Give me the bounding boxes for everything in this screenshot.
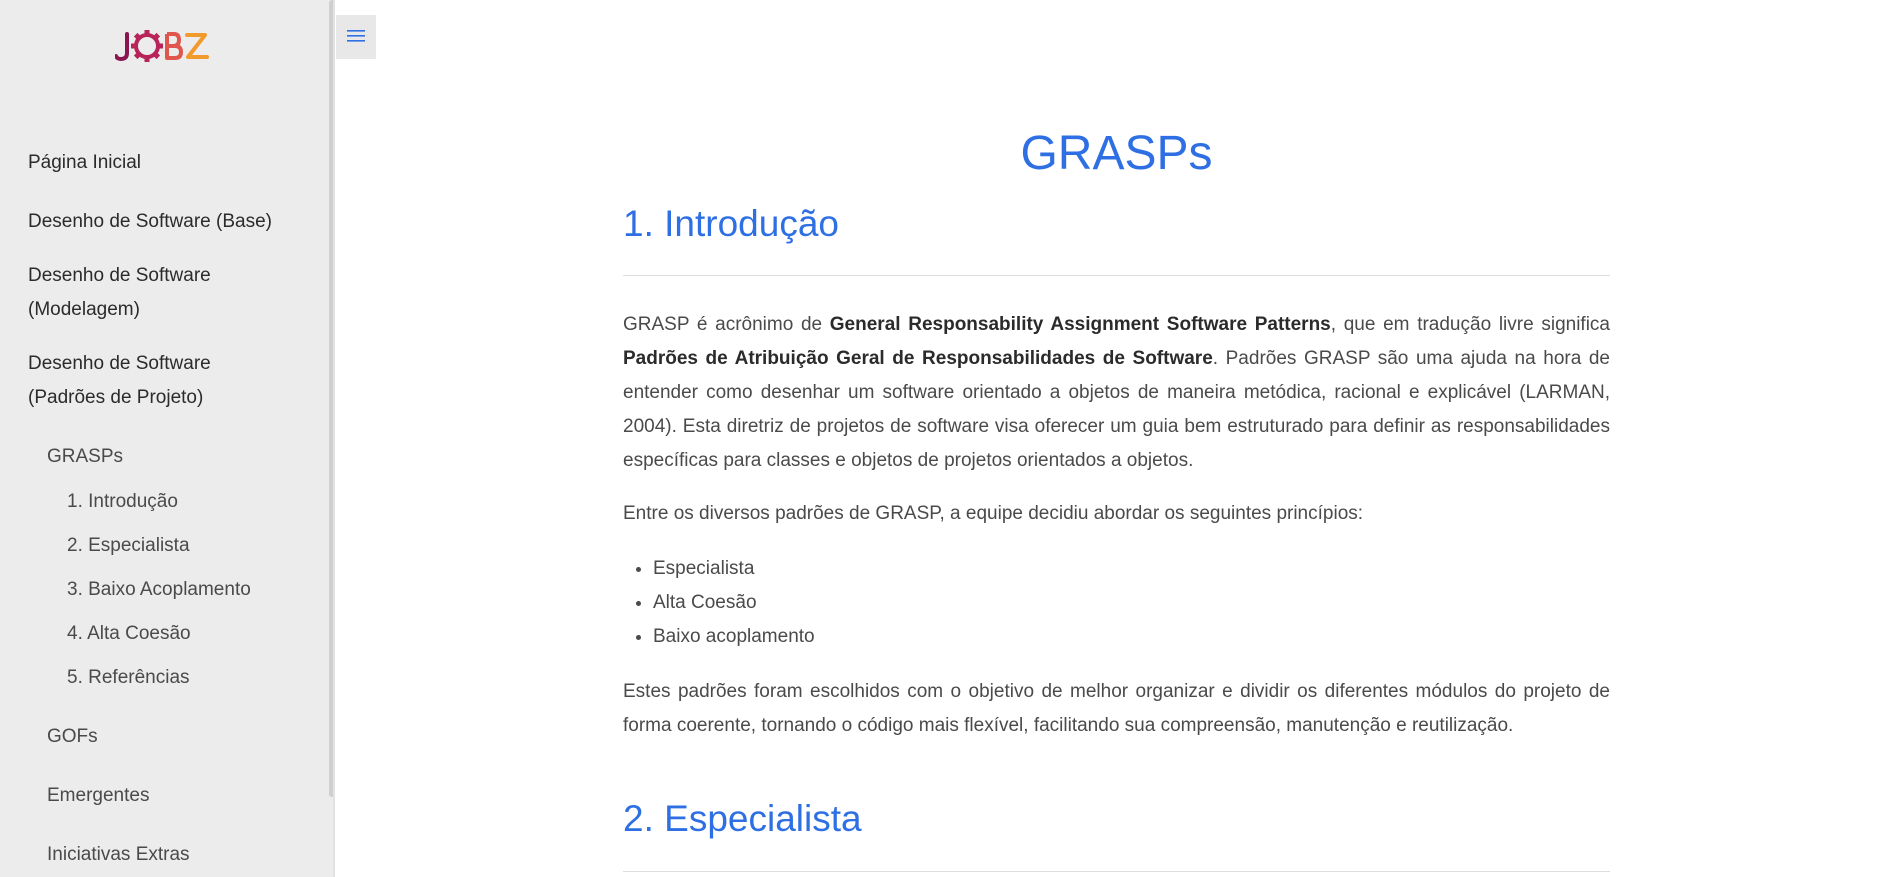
intro-paragraph-2: Entre os diversos padrões de GRASP, a eq… — [623, 503, 1364, 524]
sidebar-item-gofs[interactable]: GOFs — [47, 720, 98, 754]
sidebar-item-emergentes[interactable]: Emergentes — [47, 779, 149, 813]
section-title-especialista: 2. Especialista — [623, 798, 862, 839]
sidebar-item-label: 3. Baixo Acoplamento — [67, 579, 251, 600]
sidebar-item-label: Desenho de Software — [28, 265, 211, 286]
sidebar-item-label: Página Inicial — [28, 152, 142, 173]
sidebar-item-label: Emergentes — [47, 785, 150, 806]
sidebar-item-label: Desenho de Software (Base) — [28, 211, 272, 232]
sidebar-item-label: Iniciativas Extras — [47, 844, 190, 865]
sidebar-item-desenho-base[interactable]: Desenho de Software (Base) — [28, 205, 272, 239]
hamburger-icon — [346, 28, 366, 47]
principles-list: Especialista Alta Coesão Baixo acoplamen… — [623, 552, 815, 654]
text-span: GRASP é acrônimo de — [623, 314, 830, 335]
sidebar-item-label: (Padrões de Projeto) — [28, 387, 204, 408]
sidebar-item-grasps[interactable]: GRASPs — [47, 440, 123, 474]
sidebar: Página Inicial Desenho de Software (Base… — [0, 0, 333, 877]
term-portuguese: Padrões de Atribuição Geral de Responsab… — [623, 348, 1213, 369]
section-title-introducao: 1. Introdução — [623, 203, 839, 244]
sidebar-item-alta-coesao[interactable]: 4. Alta Coesão — [67, 617, 191, 651]
intro-paragraph-3: Estes padrões foram escolhidos com o obj… — [623, 681, 1610, 736]
sidebar-item-label: 5. Referências — [67, 667, 190, 688]
sidebar-item-label: (Modelagem) — [28, 299, 140, 320]
sidebar-item-iniciativas-extras[interactable]: Iniciativas Extras — [47, 838, 190, 872]
sidebar-item-introducao[interactable]: 1. Introdução — [67, 485, 178, 519]
sidebar-item-label: GRASPs — [47, 446, 124, 467]
intro-paragraph-1: GRASP é acrônimo de General Responsabili… — [623, 308, 1610, 478]
sidebar-item-label: GOFs — [47, 726, 98, 747]
sidebar-item-label: Desenho de Software — [28, 353, 211, 374]
sidebar-item-label: 1. Introdução — [67, 491, 178, 512]
sidebar-toggle-button[interactable] — [336, 15, 376, 59]
sidebar-item-desenho-modelagem[interactable]: Desenho de Software (Modelagem) — [28, 259, 211, 327]
section-divider — [623, 275, 1610, 276]
sidebar-item-especialista[interactable]: 2. Especialista — [67, 529, 190, 563]
jobz-logo[interactable] — [114, 26, 215, 66]
text-span: , que em tradução livre significa — [1330, 314, 1610, 335]
list-item: Baixo acoplamento — [653, 620, 815, 654]
sidebar-item-pagina-inicial[interactable]: Página Inicial — [28, 146, 141, 180]
list-item: Alta Coesão — [653, 586, 815, 620]
sidebar-item-referencias[interactable]: 5. Referências — [67, 661, 190, 695]
term-english: General Responsability Assignment Softwa… — [829, 314, 1331, 335]
section-divider — [623, 871, 1610, 872]
sidebar-item-label: 2. Especialista — [67, 535, 190, 556]
sidebar-item-label: 4. Alta Coesão — [67, 623, 191, 644]
page-title: GRASPs — [1020, 127, 1213, 180]
sidebar-item-desenho-padroes[interactable]: Desenho de Software (Padrões de Projeto) — [28, 347, 211, 415]
list-item: Especialista — [653, 552, 815, 586]
sidebar-item-baixo-acoplamento[interactable]: 3. Baixo Acoplamento — [67, 573, 251, 607]
sidebar-divider — [333, 0, 335, 877]
